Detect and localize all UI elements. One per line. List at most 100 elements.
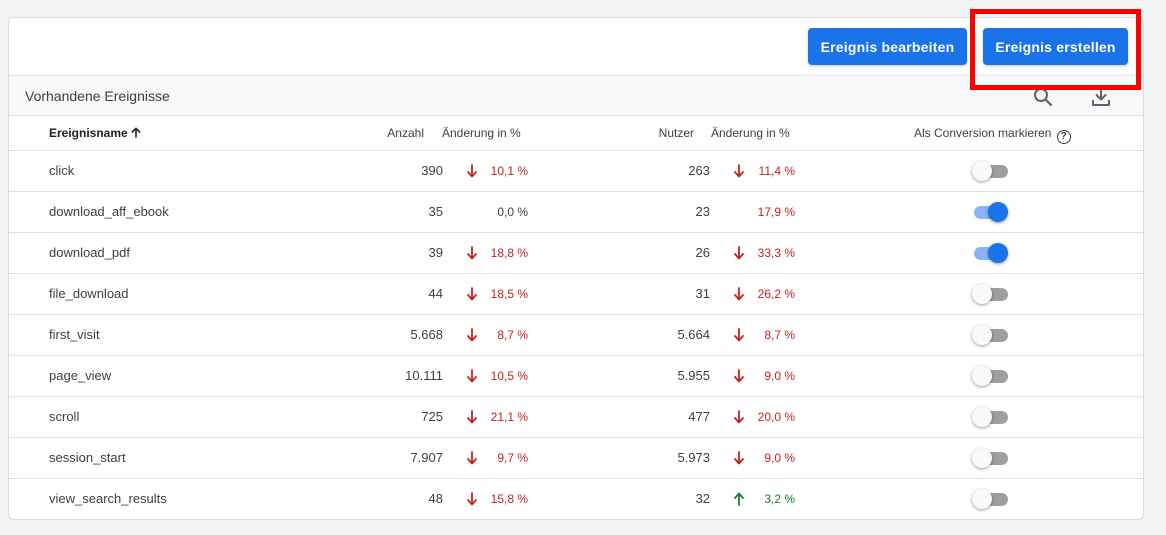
count-change: 21,1 % bbox=[490, 410, 528, 424]
event-count: 44 bbox=[428, 286, 443, 301]
event-name[interactable]: file_download bbox=[49, 286, 129, 301]
table-row[interactable]: first_visit 5.668 8,7 % 5.664 8,7 % bbox=[9, 315, 1143, 356]
table-row[interactable]: page_view 10.111 10,5 % 5.955 9,0 % bbox=[9, 356, 1143, 397]
count-change: 10,1 % bbox=[490, 164, 528, 178]
arrow-down-icon bbox=[733, 410, 745, 424]
users-change: 33,3 % bbox=[757, 246, 795, 260]
user-count: 477 bbox=[688, 409, 710, 424]
event-name[interactable]: page_view bbox=[49, 368, 111, 383]
arrow-down-icon bbox=[466, 492, 478, 506]
table-row[interactable]: session_start 7.907 9,7 % 5.973 9,0 % bbox=[9, 438, 1143, 479]
users-change: 9,0 % bbox=[764, 369, 795, 383]
conversion-toggle[interactable] bbox=[972, 407, 1008, 427]
table-body: click 390 10,1 % 263 11,4 % download_aff_eboo… bbox=[9, 151, 1143, 519]
create-event-button[interactable]: Ereignis erstellen bbox=[983, 28, 1128, 65]
arrow-down-icon bbox=[466, 164, 478, 178]
toggle-knob bbox=[972, 325, 992, 345]
table-row[interactable]: scroll 725 21,1 % 477 20,0 % bbox=[9, 397, 1143, 438]
users-change: 20,0 % bbox=[757, 410, 795, 424]
event-count: 725 bbox=[421, 409, 443, 424]
table-row[interactable]: download_aff_ebook 35 0,0 % 23 17,9 % bbox=[9, 192, 1143, 233]
toggle-knob bbox=[972, 284, 992, 304]
event-count: 7.907 bbox=[410, 450, 443, 465]
event-count: 10.111 bbox=[405, 368, 443, 383]
arrow-down-icon bbox=[733, 164, 745, 178]
toggle-knob bbox=[972, 448, 992, 468]
arrow-down-icon bbox=[466, 369, 478, 383]
table-row[interactable]: download_pdf 39 18,8 % 26 33,3 % bbox=[9, 233, 1143, 274]
event-name[interactable]: session_start bbox=[49, 450, 126, 465]
arrow-down-icon bbox=[733, 287, 745, 301]
conversion-toggle[interactable] bbox=[972, 243, 1008, 263]
event-name[interactable]: scroll bbox=[49, 409, 79, 424]
conversion-toggle[interactable] bbox=[972, 448, 1008, 468]
conversion-toggle[interactable] bbox=[972, 202, 1008, 222]
event-name[interactable]: download_pdf bbox=[49, 245, 130, 260]
event-count: 39 bbox=[428, 245, 443, 260]
column-header-name[interactable]: Ereignisname bbox=[49, 126, 141, 140]
event-count: 5.668 bbox=[410, 327, 443, 342]
column-header-users[interactable]: Nutzer bbox=[659, 126, 694, 140]
conversion-toggle[interactable] bbox=[972, 325, 1008, 345]
event-count: 35 bbox=[428, 204, 443, 219]
count-change: 18,5 % bbox=[490, 287, 528, 301]
event-name[interactable]: click bbox=[49, 163, 74, 178]
users-change: 17,9 % bbox=[757, 205, 795, 219]
conversion-toggle[interactable] bbox=[972, 366, 1008, 386]
event-count: 390 bbox=[421, 163, 443, 178]
download-icon[interactable] bbox=[1089, 85, 1113, 109]
count-change: 18,8 % bbox=[490, 246, 528, 260]
table-row[interactable]: click 390 10,1 % 263 11,4 % bbox=[9, 151, 1143, 192]
help-icon[interactable]: ? bbox=[1056, 130, 1071, 144]
event-name[interactable]: download_aff_ebook bbox=[49, 204, 169, 219]
users-change: 26,2 % bbox=[757, 287, 795, 301]
column-header-users-change[interactable]: Änderung in % bbox=[711, 126, 790, 140]
conversion-label: Als Conversion markieren bbox=[914, 126, 1052, 140]
arrow-down-icon bbox=[733, 451, 745, 465]
sort-ascending-icon bbox=[131, 126, 141, 140]
column-header-conversion: Als Conversion markieren ? bbox=[914, 126, 1071, 144]
count-change: 10,5 % bbox=[490, 369, 528, 383]
search-icon[interactable] bbox=[1031, 85, 1055, 109]
user-count: 31 bbox=[695, 286, 710, 301]
user-count: 5.664 bbox=[677, 327, 710, 342]
user-count: 5.973 bbox=[677, 450, 710, 465]
count-change: 9,7 % bbox=[497, 451, 528, 465]
arrow-down-icon bbox=[466, 328, 478, 342]
count-change: 8,7 % bbox=[497, 328, 528, 342]
count-change: 0,0 % bbox=[497, 205, 528, 219]
page: Ereignis bearbeiten Ereignis erstellen V… bbox=[0, 0, 1166, 535]
event-name[interactable]: view_search_results bbox=[49, 491, 167, 506]
column-header-count-change[interactable]: Änderung in % bbox=[442, 126, 521, 140]
table-header: Ereignisname Anzahl Änderung in % Nutzer… bbox=[9, 116, 1143, 151]
table-row[interactable]: file_download 44 18,5 % 31 26,2 % bbox=[9, 274, 1143, 315]
count-change: 15,8 % bbox=[490, 492, 528, 506]
section-title: Vorhandene Ereignisse bbox=[25, 88, 170, 104]
toolbar: Ereignis bearbeiten Ereignis erstellen bbox=[9, 18, 1143, 75]
arrow-down-icon bbox=[733, 328, 745, 342]
conversion-toggle[interactable] bbox=[972, 284, 1008, 304]
arrow-up-icon bbox=[733, 492, 745, 506]
users-change: 9,0 % bbox=[764, 451, 795, 465]
user-count: 26 bbox=[695, 245, 710, 260]
conversion-toggle[interactable] bbox=[972, 161, 1008, 181]
table-row[interactable]: view_search_results 48 15,8 % 32 3,2 % bbox=[9, 479, 1143, 519]
user-count: 32 bbox=[695, 491, 710, 506]
edit-event-button[interactable]: Ereignis bearbeiten bbox=[808, 28, 967, 65]
section-header: Vorhandene Ereignisse bbox=[9, 75, 1143, 116]
user-count: 263 bbox=[688, 163, 710, 178]
users-change: 8,7 % bbox=[764, 328, 795, 342]
arrow-down-icon bbox=[466, 410, 478, 424]
conversion-toggle[interactable] bbox=[972, 489, 1008, 509]
column-header-count[interactable]: Anzahl bbox=[387, 126, 424, 140]
toggle-knob bbox=[988, 202, 1008, 222]
user-count: 5.955 bbox=[677, 368, 710, 383]
toggle-knob bbox=[972, 161, 992, 181]
users-change: 3,2 % bbox=[764, 492, 795, 506]
column-name-label: Ereignisname bbox=[49, 126, 128, 140]
event-name[interactable]: first_visit bbox=[49, 327, 100, 342]
arrow-down-icon bbox=[733, 246, 745, 260]
toggle-knob bbox=[972, 489, 992, 509]
arrow-down-icon bbox=[466, 451, 478, 465]
toggle-knob bbox=[988, 243, 1008, 263]
